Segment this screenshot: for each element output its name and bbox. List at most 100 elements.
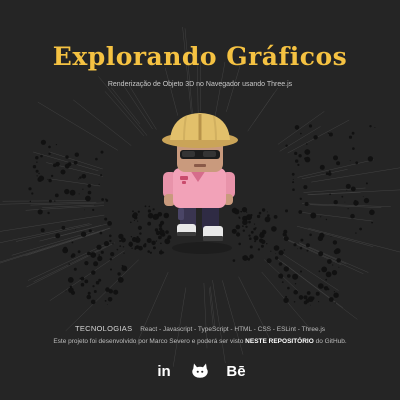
ink-splat — [38, 175, 45, 182]
ink-splat — [351, 131, 355, 135]
ink-splat — [293, 243, 297, 247]
ink-splat — [258, 211, 262, 215]
ink-splat — [311, 296, 315, 300]
ink-splat — [40, 154, 43, 158]
ink-splat — [118, 233, 124, 239]
ink-splat — [294, 125, 300, 130]
tech-label: TECNOLOGIAS — [74, 324, 133, 333]
3d-character-hard-hat-icon[interactable] — [150, 110, 250, 260]
ink-splat — [90, 252, 97, 258]
ink-splat — [320, 216, 322, 218]
ink-splat — [98, 254, 100, 256]
ink-line — [164, 67, 179, 116]
ink-splat — [31, 192, 34, 195]
ink-splat — [65, 248, 68, 251]
ink-splat — [60, 169, 66, 175]
ink-splat — [350, 213, 355, 219]
ink-splat — [84, 209, 85, 211]
ink-splat — [334, 302, 336, 304]
ink-splat — [254, 240, 257, 243]
ink-line — [50, 178, 101, 187]
ink-splat — [93, 261, 99, 267]
ink-splat — [306, 143, 308, 145]
ink-splat — [54, 193, 59, 198]
ink-line — [297, 159, 374, 178]
ink-splat — [287, 286, 290, 290]
page-subtitle: Renderização de Objeto 3D no Navegador u… — [107, 81, 293, 88]
ink-line — [299, 242, 369, 273]
ink-splat — [365, 182, 368, 185]
ink-splat — [87, 190, 92, 195]
ink-splat — [117, 272, 121, 276]
ink-splat — [261, 208, 266, 212]
ink-line — [308, 227, 400, 253]
behance-link[interactable]: Bē — [226, 361, 246, 381]
ink-splat — [266, 258, 272, 264]
ink-splat — [80, 231, 87, 237]
ink-splat — [48, 152, 51, 155]
ink-splat — [292, 188, 295, 191]
ink-splat — [260, 244, 264, 248]
ink-splat — [294, 151, 298, 155]
ink-line — [37, 101, 118, 151]
ink-splat — [300, 270, 302, 273]
ink-splat — [369, 209, 375, 216]
ink-splat — [137, 210, 140, 213]
credits-line: Este projeto foi desenvolvido por Marco … — [0, 338, 400, 345]
ink-splat — [84, 261, 89, 266]
credits-suffix: do GitHub. — [315, 338, 347, 345]
ink-splat — [298, 154, 302, 158]
ink-splat — [93, 290, 97, 293]
ink-line — [287, 119, 350, 154]
ink-splat — [100, 250, 104, 254]
ink-splat — [37, 209, 43, 215]
ink-splat — [92, 208, 95, 211]
behance-icon: Bē — [226, 362, 246, 380]
ink-splat — [321, 266, 328, 273]
tech-list: React - Javascript - TypeScript - HTML -… — [140, 326, 326, 333]
ink-splat — [36, 175, 38, 177]
ink-splat — [91, 270, 96, 275]
ink-splat — [328, 132, 333, 137]
ink-splat — [107, 297, 113, 302]
ink-splat — [329, 193, 331, 196]
ink-splat — [84, 279, 89, 284]
ink-splat — [79, 277, 82, 280]
github-link[interactable] — [190, 361, 210, 381]
ink-splat — [55, 233, 61, 239]
ink-splat — [308, 124, 313, 128]
ink-splat — [333, 292, 339, 298]
ink-splat — [107, 221, 112, 226]
ink-line — [254, 87, 279, 122]
social-links: in Bē — [0, 360, 400, 382]
ink-splat — [110, 268, 112, 271]
ink-splat — [48, 145, 51, 149]
ink-splat — [333, 155, 338, 161]
ink-splat — [281, 281, 284, 283]
ink-splat — [285, 144, 288, 147]
ink-splat — [86, 294, 92, 300]
ink-splat — [130, 221, 132, 224]
ink-splat — [318, 283, 324, 289]
ink-splat — [333, 249, 339, 255]
linkedin-link[interactable]: in — [154, 361, 174, 381]
ink-splat — [318, 270, 321, 273]
ink-splat — [47, 211, 50, 215]
ink-splat — [61, 225, 66, 230]
ink-splat — [255, 238, 257, 240]
ink-splat — [349, 160, 351, 162]
ink-splat — [130, 236, 133, 238]
page-title: Explorando Gráficos — [52, 42, 348, 71]
ink-splat — [87, 291, 91, 295]
ink-splat — [318, 251, 324, 257]
ink-splat — [119, 240, 122, 242]
ink-splat — [345, 183, 351, 189]
repository-link[interactable]: NESTE REPOSITÓRIO — [245, 338, 314, 345]
ink-splat — [298, 210, 303, 214]
ink-splat — [310, 304, 311, 306]
ink-splat — [306, 291, 311, 295]
ink-splat — [327, 259, 332, 264]
ink-splat — [285, 209, 288, 213]
ink-splat — [93, 253, 95, 255]
ink-splat — [40, 228, 45, 233]
